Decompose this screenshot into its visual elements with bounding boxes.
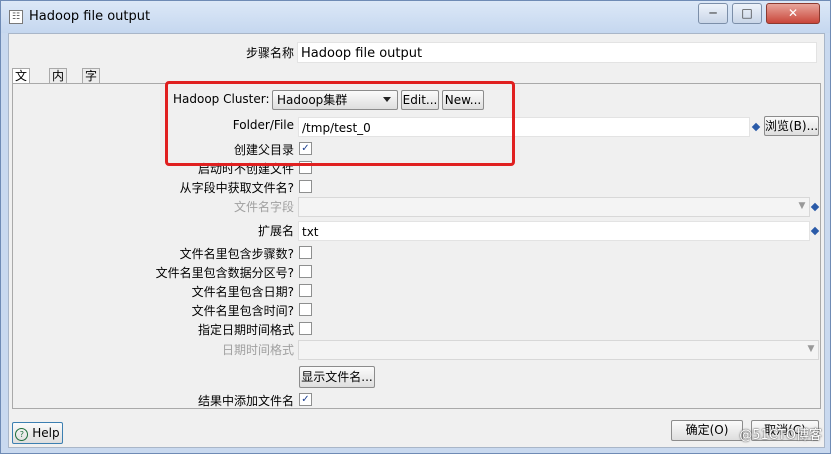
ok-button[interactable]: 确定(O) xyxy=(671,420,743,441)
specify-date-format-label: 指定日期时间格式 xyxy=(197,323,294,337)
add-to-result-checkbox[interactable]: ✓ xyxy=(299,393,312,406)
folder-file-input[interactable]: /tmp/test_0 xyxy=(298,117,750,137)
include-partition-checkbox[interactable] xyxy=(299,265,312,278)
chevron-down-icon: ▼ xyxy=(807,344,815,354)
close-button[interactable]: ✕ xyxy=(766,3,820,24)
window-title: Hadoop file output xyxy=(29,9,151,24)
add-to-result-label: 结果中添加文件名 xyxy=(197,394,294,408)
edit-cluster-button[interactable]: Edit... xyxy=(401,90,439,110)
step-name-input[interactable]: Hadoop file output xyxy=(297,42,817,63)
extension-label: 扩展名 xyxy=(257,224,294,238)
browse-button[interactable]: 浏览(B)... xyxy=(764,116,819,136)
filename-field-label: 文件名字段 xyxy=(233,200,294,214)
date-time-format-combo[interactable]: ▼ xyxy=(298,340,819,360)
help-button[interactable]: ? Help xyxy=(12,422,63,444)
date-time-format-label: 日期时间格式 xyxy=(221,343,294,357)
tab-panel-file: Hadoop Cluster: Hadoop集群 Edit... New... … xyxy=(12,83,821,409)
app-icon: ☷ xyxy=(9,10,23,24)
maximize-button[interactable]: □ xyxy=(732,3,762,24)
chevron-down-icon: ▼ xyxy=(798,201,806,211)
create-parent-dir-label: 创建父目录 xyxy=(233,143,294,157)
variable-icon xyxy=(751,122,761,132)
include-stepnr-checkbox[interactable] xyxy=(299,246,312,259)
hadoop-cluster-value: Hadoop集群 xyxy=(277,93,348,107)
help-icon: ? xyxy=(15,428,29,441)
watermark: @51CTO博客 xyxy=(739,428,822,443)
filename-field-combo[interactable]: ▼ xyxy=(298,197,810,217)
include-date-checkbox[interactable] xyxy=(299,284,312,297)
hadoop-cluster-dropdown[interactable]: Hadoop集群 xyxy=(272,90,398,110)
filename-from-field-checkbox[interactable] xyxy=(299,180,312,193)
dialog-body: 步骤名称 Hadoop file output 文件 内容 字段 Hadoop … xyxy=(8,33,825,448)
dialog-window: ☷ Hadoop file output ─ □ ✕ 步骤名称 Hadoop f… xyxy=(0,0,831,454)
variable-icon xyxy=(810,226,820,236)
folder-file-label: Folder/File xyxy=(232,118,294,132)
specify-date-format-checkbox[interactable] xyxy=(299,322,312,335)
hadoop-cluster-label: Hadoop Cluster: xyxy=(173,92,270,106)
create-parent-dir-checkbox[interactable]: ✓ xyxy=(299,142,312,155)
step-name-label: 步骤名称 xyxy=(245,46,294,60)
variable-icon xyxy=(810,202,820,212)
help-label: Help xyxy=(32,426,60,440)
include-stepnr-label: 文件名里包含步骤数? xyxy=(179,247,294,261)
filename-from-field-label: 从字段中获取文件名? xyxy=(179,181,294,195)
title-bar: ☷ Hadoop file output ─ □ ✕ xyxy=(1,1,830,33)
extension-input[interactable]: txt xyxy=(298,221,810,241)
minimize-button[interactable]: ─ xyxy=(698,3,728,24)
include-time-checkbox[interactable] xyxy=(299,303,312,316)
no-create-on-start-label: 启动时不创建文件 xyxy=(197,162,294,176)
include-time-label: 文件名里包含时间? xyxy=(191,304,294,318)
include-date-label: 文件名里包含日期? xyxy=(191,285,294,299)
chevron-down-icon xyxy=(383,97,391,102)
include-partition-label: 文件名里包含数据分区号? xyxy=(155,266,294,280)
new-cluster-button[interactable]: New... xyxy=(442,90,484,110)
show-filenames-button[interactable]: 显示文件名... xyxy=(299,366,375,388)
no-create-on-start-checkbox[interactable] xyxy=(299,161,312,174)
